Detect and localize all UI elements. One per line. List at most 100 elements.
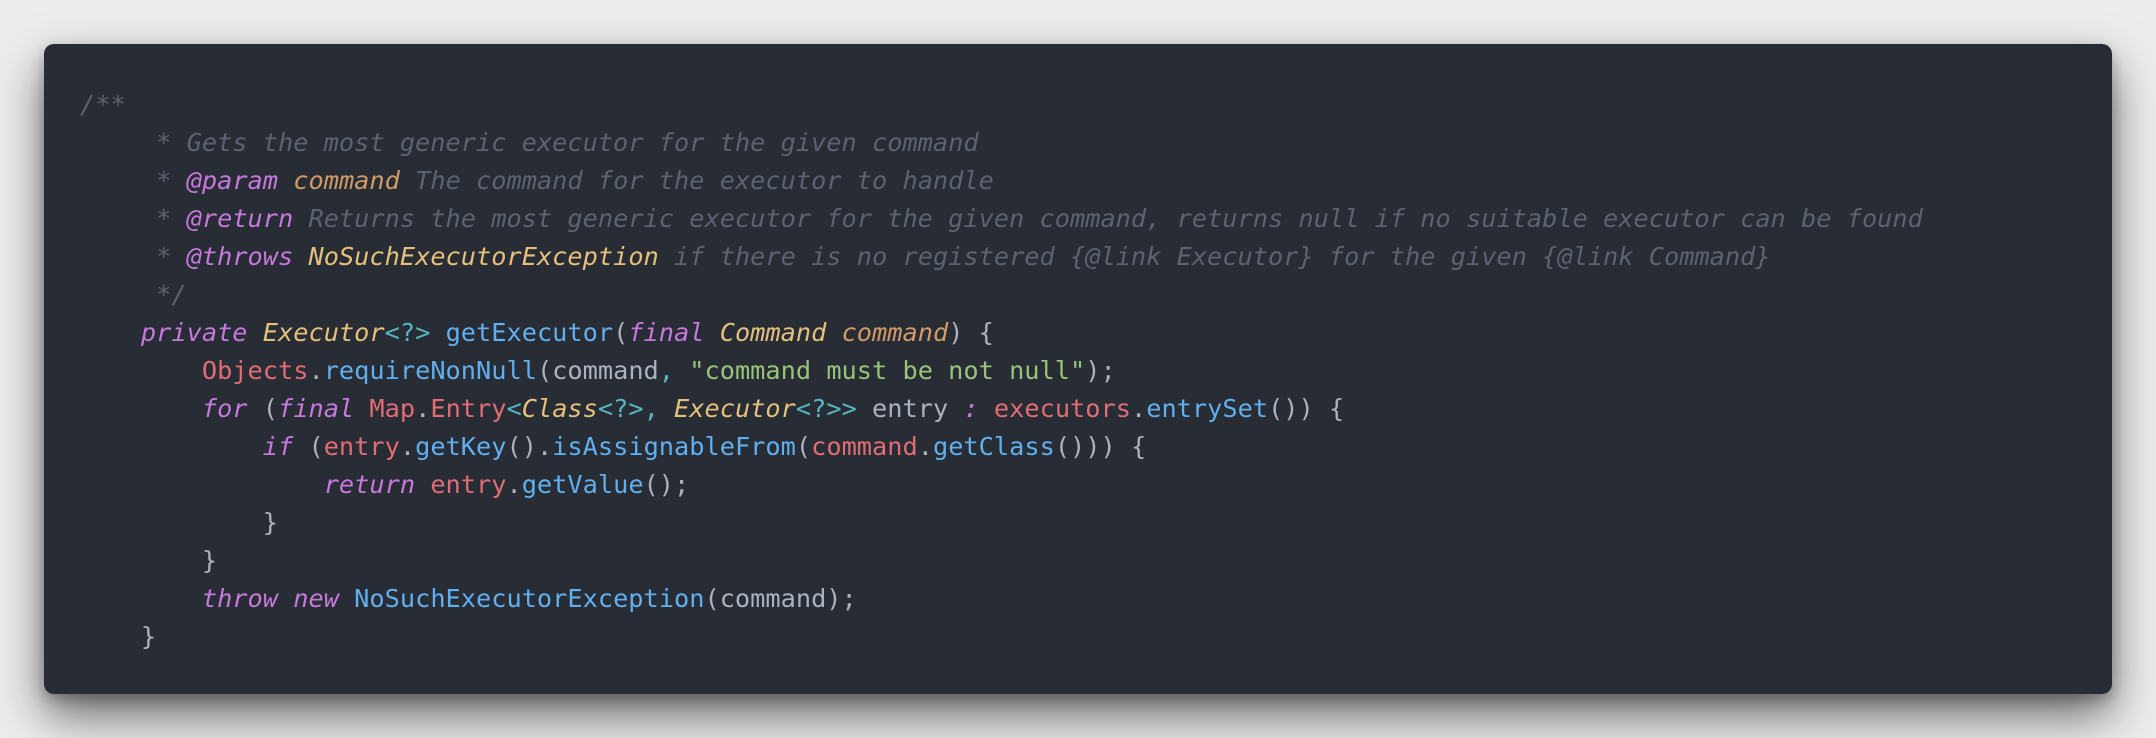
code-token-string: "command must be not null" (689, 356, 1086, 385)
code-token-comment: * (80, 204, 187, 233)
code-token-var: Entry (430, 394, 507, 423)
code-token-keyword: final (278, 394, 355, 423)
code-line: Objects.requireNonNull(command, "command… (80, 352, 2112, 390)
code-token-var: executors (993, 394, 1131, 423)
code-token-var: Objects (201, 356, 309, 385)
code-token-tag: @throws (186, 242, 294, 271)
code-token-var: Map (369, 394, 416, 423)
code-token-op: , (658, 356, 690, 385)
code-token-tag: @param (186, 166, 279, 195)
code-token-punc: ( (613, 318, 629, 347)
code-token-comment: Returns the most generic executor for th… (293, 204, 1923, 233)
code-token-punc: . (308, 356, 324, 385)
code-token-func: NoSuchExecutorException (354, 584, 705, 613)
code-token-func: getExecutor (445, 318, 614, 347)
code-token-plain: (command (536, 356, 659, 385)
code-token-throwtype: NoSuchExecutorException (308, 242, 659, 271)
code-line: if (entry.getKey().isAssignableFrom(comm… (80, 428, 2112, 466)
code-token-func: getValue (521, 470, 644, 499)
code-line: * @return Returns the most generic execu… (80, 200, 2112, 238)
code-token-comment: * (80, 166, 187, 195)
code-token-op: <?>> (795, 394, 857, 423)
code-token-func: entrySet (1146, 394, 1269, 423)
code-token-var: command (811, 432, 918, 461)
code-token-plain: entry (856, 394, 964, 423)
code-token-punc: ( (795, 432, 812, 461)
code-line: * @throws NoSuchExecutorException if the… (80, 238, 2112, 276)
code-token-keyword: return (323, 470, 416, 499)
code-token-punc: . (917, 432, 933, 461)
code-token-punc: . (399, 432, 416, 461)
code-token-punc: ()) { (1268, 394, 1345, 423)
code-line: private Executor<?> getExecutor(final Co… (80, 314, 2112, 352)
code-token-var: entry (323, 432, 400, 461)
code-token-punc: ); (1085, 356, 1116, 385)
code-token-comment: * Gets the most generic executor for the… (80, 128, 979, 157)
code-line: * @param command The command for the exe… (80, 162, 2112, 200)
code-token-comment (278, 166, 293, 195)
code-token-op: <?>, (597, 394, 675, 423)
code-line: */ (80, 276, 2112, 314)
code-token-tag: @return (186, 204, 294, 233)
code-token-punc: . (1130, 394, 1147, 423)
code-token-param: command (841, 318, 949, 347)
code-block[interactable]: /** * Gets the most generic executor for… (80, 86, 2112, 656)
code-window: /** * Gets the most generic executor for… (44, 44, 2112, 694)
code-line: return entry.getValue(); (80, 466, 2112, 504)
code-line: } (80, 618, 2112, 656)
code-token-type: Executor (674, 394, 796, 423)
code-token-comment: */ (80, 280, 187, 309)
code-token-punc: (); (643, 470, 690, 499)
code-token-type: Executor (262, 318, 385, 347)
code-token-punc: ( (293, 432, 324, 461)
code-token-type: Command (719, 318, 827, 347)
code-token-comment: /** (80, 90, 126, 119)
code-token-op: < (506, 394, 522, 423)
code-token-punc: (). (506, 432, 553, 461)
code-token-func: requireNonNull (323, 356, 537, 385)
code-token-comment (293, 242, 308, 271)
code-line: * Gets the most generic executor for the… (80, 124, 2112, 162)
code-token-func: getKey (415, 432, 507, 461)
code-token-func: getClass (932, 432, 1055, 461)
code-token-punc: ( (247, 394, 279, 423)
code-token-func: isAssignableFrom (552, 432, 796, 461)
code-token-comment: The command for the executor to handle (399, 166, 994, 195)
code-token-punc: (command); (704, 584, 857, 613)
code-line: } (80, 542, 2112, 580)
code-token-punc: ) { (948, 318, 994, 347)
code-token-comment: * (80, 242, 187, 271)
code-token-keyword: new (293, 584, 339, 613)
code-token-keyword: final (628, 318, 705, 347)
code-token-op: <?> (384, 318, 431, 347)
code-token-keyword: if (262, 432, 294, 461)
code-token-keyword: for (201, 394, 248, 423)
code-token-keyword: private (140, 318, 248, 347)
code-token-punc: . (415, 394, 431, 423)
code-token-param: command (293, 166, 400, 195)
code-token-punc: } (80, 546, 218, 575)
code-token-punc: ())) { (1054, 432, 1147, 461)
code-token-var: entry (430, 470, 507, 499)
code-token-type: Class (521, 394, 598, 423)
code-line: throw new NoSuchExecutorException(comman… (80, 580, 2112, 618)
code-line: for (final Map.Entry<Class<?>, Executor<… (80, 390, 2112, 428)
code-token-keyword: : (963, 394, 979, 423)
code-token-keyword: throw (201, 584, 278, 613)
code-line: /** (80, 86, 2112, 124)
code-token-comment: if there is no registered {@link Executo… (658, 242, 1771, 271)
code-token-punc: . (506, 470, 522, 499)
